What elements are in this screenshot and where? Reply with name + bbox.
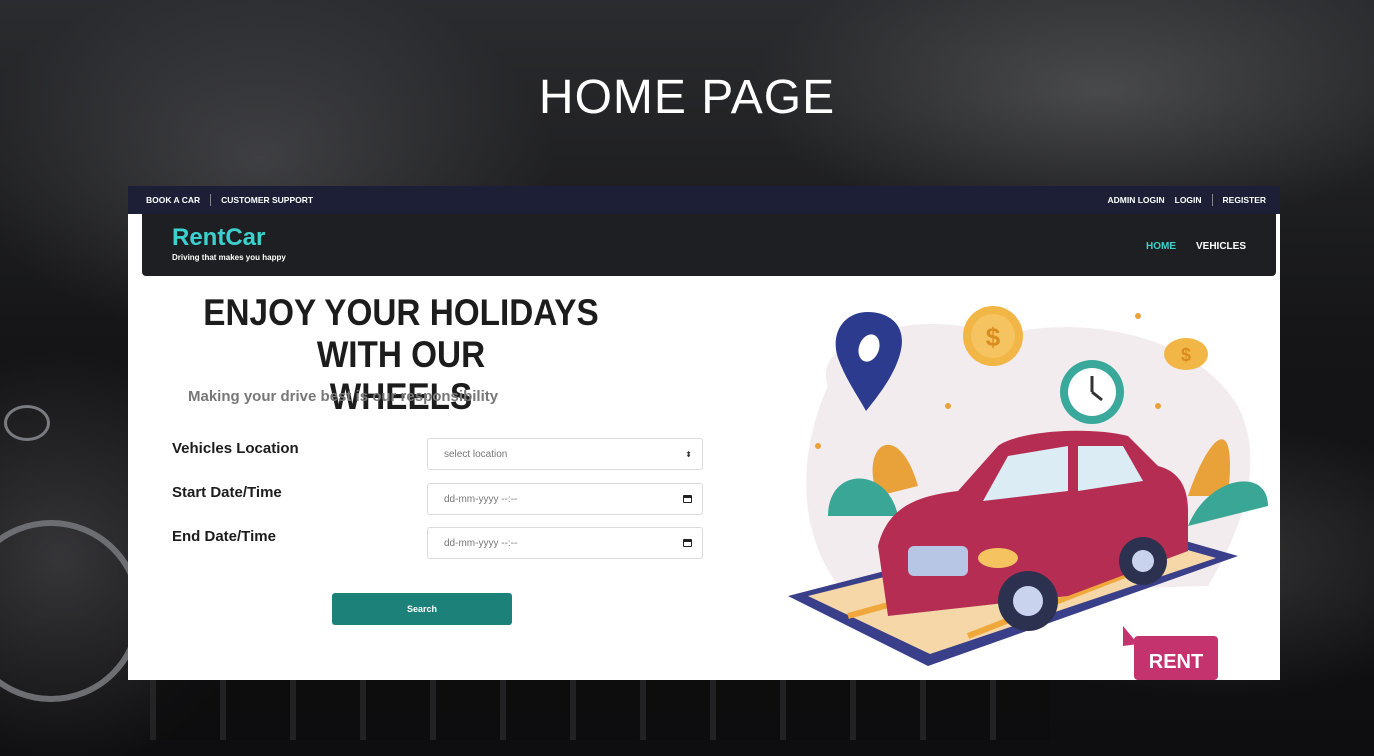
calendar-icon[interactable]	[683, 539, 692, 547]
car-emblem-small	[4, 405, 50, 441]
book-a-car-link[interactable]: BOOK A CAR	[146, 195, 200, 205]
location-select[interactable]: select location ⬍	[427, 438, 703, 470]
login-link[interactable]: LOGIN	[1175, 195, 1202, 205]
nav-home[interactable]: HOME	[1146, 241, 1176, 252]
hero-title-line1: ENJOY YOUR HOLIDAYS WITH OUR	[203, 292, 599, 375]
coin-symbol: $	[986, 322, 1001, 352]
coin-icon: $	[963, 306, 1023, 366]
coin-icon-small: $	[1164, 338, 1208, 370]
calendar-icon[interactable]	[683, 495, 692, 503]
rent-badge-label: RENT	[1149, 651, 1203, 673]
coin-symbol-small: $	[1181, 345, 1191, 365]
admin-login-link[interactable]: ADMIN LOGIN	[1107, 195, 1164, 205]
customer-support-link[interactable]: CUSTOMER SUPPORT	[221, 195, 313, 205]
register-link[interactable]: REGISTER	[1223, 195, 1266, 205]
start-datetime-label: Start Date/Time	[172, 484, 282, 501]
divider	[1211, 194, 1213, 206]
start-datetime-input[interactable]: dd-mm-yyyy --:--	[427, 483, 703, 515]
location-select-value: select location	[444, 448, 508, 460]
brand-tagline: Driving that makes you happy	[172, 253, 286, 262]
start-datetime-placeholder: dd-mm-yyyy --:--	[444, 493, 518, 505]
top-bar: BOOK A CAR CUSTOMER SUPPORT ADMIN LOGIN …	[128, 186, 1280, 214]
divider	[210, 194, 212, 206]
end-datetime-placeholder: dd-mm-yyyy --:--	[444, 537, 518, 549]
brand-name: RentCar	[172, 224, 266, 251]
nav-vehicles[interactable]: VEHICLES	[1196, 241, 1246, 252]
search-button[interactable]: Search	[332, 593, 512, 625]
end-datetime-input[interactable]: dd-mm-yyyy --:--	[427, 527, 703, 559]
main-navbar: RentCar Driving that makes you happy HOM…	[142, 214, 1276, 276]
car-rental-illustration: $ $ RENT	[788, 306, 1268, 680]
end-datetime-label: End Date/Time	[172, 528, 276, 545]
brand-logo[interactable]: RentCar Driving that makes you happy	[172, 224, 286, 262]
location-label: Vehicles Location	[172, 440, 299, 457]
nav-menu: HOME VEHICLES	[1146, 241, 1246, 252]
car-emblem	[0, 520, 142, 702]
select-arrows-icon: ⬍	[685, 449, 692, 459]
clock-icon	[1060, 360, 1124, 424]
slide-title: HOME PAGE	[538, 71, 836, 124]
hero-subtitle: Making your drive best is our responsibi…	[188, 388, 499, 405]
car-grille	[150, 680, 1050, 740]
website-screenshot: BOOK A CAR CUSTOMER SUPPORT ADMIN LOGIN …	[128, 186, 1280, 680]
